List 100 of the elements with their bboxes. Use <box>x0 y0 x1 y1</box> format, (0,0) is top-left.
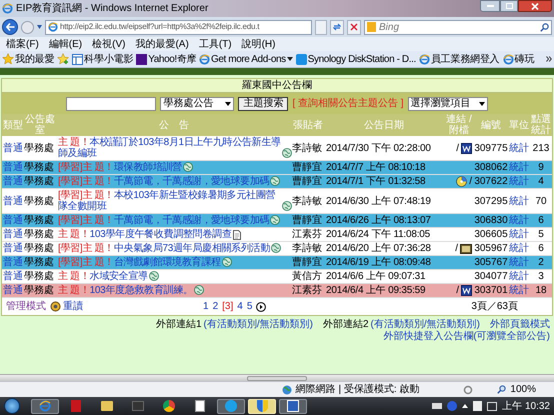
globe-icon <box>270 176 280 186</box>
announcement-title[interactable]: 主 題！103年度急救教育訓練。 <box>58 285 193 296</box>
announcement-title[interactable]: [學習]主 題！千萬節電，千萬感謝，愛地球要加碼 <box>58 215 270 226</box>
separator-text: / <box>456 285 459 296</box>
table-cell-text: 9 <box>537 162 545 173</box>
skype-icon <box>225 400 237 412</box>
minimize-button[interactable] <box>480 0 500 12</box>
board-title: 羅東國中公告欄 <box>2 79 552 93</box>
announcement-title[interactable]: [學習]主 題！中央氣象局73週年局慶相關系列活動 <box>58 243 270 254</box>
admin-mode-link[interactable]: 管理模式 <box>6 299 46 314</box>
favorite-link[interactable]: Yahoo!奇摩 <box>148 52 196 66</box>
page-link[interactable]: 4 <box>237 299 243 314</box>
external-link[interactable]: (有活動類別/無活動類別) <box>204 319 313 331</box>
word-file-icon[interactable] <box>461 285 472 296</box>
stats-link[interactable]: 統計 <box>508 271 530 282</box>
favorite-link[interactable]: 我的最愛 <box>15 52 54 66</box>
add-favorite-icon[interactable] <box>57 53 70 65</box>
stats-link[interactable]: 統計 <box>508 196 530 206</box>
security-zone: 網際網路 | 受保護模式: 啟動 <box>296 382 420 397</box>
stats-link[interactable]: 統計 <box>508 176 530 187</box>
reload-link[interactable]: 重讀 <box>63 299 83 314</box>
announcement-title[interactable]: 主 題！103學年度午餐收費調整問卷調查 <box>58 229 232 240</box>
view-select[interactable]: 選擇瀏覽項目 <box>408 96 488 110</box>
globe-icon <box>270 215 280 225</box>
search-field[interactable]: Bing <box>364 20 552 34</box>
zoom-level[interactable]: 100% <box>510 382 536 397</box>
stop-button[interactable] <box>347 20 361 34</box>
menu-item[interactable]: 檢視(V) <box>92 36 126 52</box>
globe-icon <box>282 201 292 211</box>
ie-icon <box>502 54 514 64</box>
type-link[interactable]: 普通 <box>3 285 23 296</box>
back-button[interactable] <box>2 19 18 35</box>
menu-item[interactable]: 檔案(F) <box>6 36 39 52</box>
menu-item[interactable]: 工具(T) <box>198 36 232 52</box>
type-link[interactable]: 普通 <box>3 257 23 268</box>
globe-icon <box>182 162 193 172</box>
external-link[interactable]: (有活動類別/無活動類別) <box>370 319 480 331</box>
word-file-icon[interactable] <box>461 142 472 154</box>
maximize-button[interactable] <box>500 0 518 12</box>
search-icon[interactable] <box>540 22 549 32</box>
next-page-icon[interactable] <box>256 302 266 312</box>
type-link[interactable]: 普通 <box>3 176 23 187</box>
type-link[interactable]: 普通 <box>3 142 23 154</box>
search-input[interactable]: Bing <box>379 20 537 34</box>
chevron-icon[interactable] <box>546 56 552 62</box>
announcement-title[interactable]: [學習]主 題！台灣戲劇館環境教育課程 <box>58 257 221 268</box>
announcement-title[interactable]: [學習]主 題！千萬節電，千萬感謝，愛地球要加碼 <box>58 176 270 187</box>
menu-item[interactable]: 我的最愛(A) <box>135 36 189 52</box>
table-cell-text: 18 <box>534 285 548 296</box>
page-link[interactable]: 5 <box>246 299 252 314</box>
announcement-title[interactable]: 主 題！水域安全宣導 <box>58 271 148 282</box>
caret-icon[interactable] <box>462 404 468 408</box>
search-button[interactable]: 主題搜索 <box>238 96 288 110</box>
address-field[interactable]: http://eip2.ilc.edu.tw/eipself?url=http%3a%2f%2feip.ilc.edu.t <box>45 20 312 34</box>
page-link[interactable]: 1 <box>203 299 209 314</box>
table-cell: 306830 <box>474 215 508 226</box>
favorite-link[interactable]: Synology DiskStation - D... <box>308 52 416 66</box>
table-cell-text: 學務處 <box>24 229 55 240</box>
stats-link[interactable]: 統計 <box>508 243 530 254</box>
type-link[interactable]: 普通 <box>3 229 23 240</box>
stats-link[interactable]: 統計 <box>508 162 530 173</box>
ie-icon <box>2 3 13 14</box>
image-file-icon[interactable] <box>460 244 472 254</box>
favorite-link[interactable]: 磚玩 <box>514 52 534 66</box>
type-link[interactable]: 普通 <box>3 215 23 226</box>
stats-link[interactable]: 統計 <box>508 142 530 154</box>
type-link[interactable]: 普通 <box>3 196 23 206</box>
stats-link[interactable]: 統計 <box>508 229 530 240</box>
start-button[interactable] <box>4 398 20 414</box>
close-button[interactable] <box>518 0 552 12</box>
page-link[interactable]: 2 <box>212 299 218 314</box>
table-cell-text: 2014/6/30 上午 07:48:19 <box>325 196 432 206</box>
column-header: 點選統計 <box>530 114 552 136</box>
clock[interactable]: 上午 10:32 <box>502 398 550 414</box>
announcement-title[interactable]: [學習]主 題！環保教師培訓營 <box>58 162 182 173</box>
type-link[interactable]: 普通 <box>3 271 23 282</box>
stats-link[interactable]: 統計 <box>508 285 530 296</box>
type-link[interactable]: 普通 <box>3 243 23 254</box>
external-link[interactable]: 外部快捷登入公告欄(可瀏覽全部公告) <box>383 331 550 343</box>
announcement-title[interactable]: 主 題！本校謹訂於103年8月1日上午九時公告新生導師及編班 <box>58 137 281 159</box>
refresh-button[interactable] <box>330 20 344 34</box>
type-link[interactable]: 普通 <box>3 162 23 173</box>
keyword-field[interactable] <box>66 96 156 110</box>
office-select[interactable]: 學務處公告 <box>160 96 234 110</box>
external-link[interactable]: 外部頁籤模式 <box>490 319 550 331</box>
stats-link[interactable]: 統計 <box>508 257 530 268</box>
stats-link[interactable]: 統計 <box>508 215 530 226</box>
scrollbar-thumb[interactable] <box>247 376 307 380</box>
menu-item[interactable]: 說明(H) <box>242 36 276 52</box>
reload-icon[interactable] <box>50 301 61 312</box>
separator-text: / <box>455 243 458 254</box>
disc-icon[interactable] <box>456 176 468 187</box>
favorite-link[interactable]: 科學小電影 <box>84 52 134 66</box>
taskbar-button[interactable] <box>279 398 307 414</box>
favorite-link[interactable]: Get more Add-ons <box>210 52 286 66</box>
menu-item[interactable]: 編輯(E) <box>48 36 82 52</box>
caret-icon[interactable] <box>286 57 293 61</box>
announcement-title[interactable]: [學習]主 題！本校103年新生暨校錄暑期多元社團營隊全數開班 <box>58 190 281 212</box>
favorite-link[interactable]: 員工業務網登入 <box>430 52 500 66</box>
page-link[interactable]: [3] <box>222 299 234 314</box>
